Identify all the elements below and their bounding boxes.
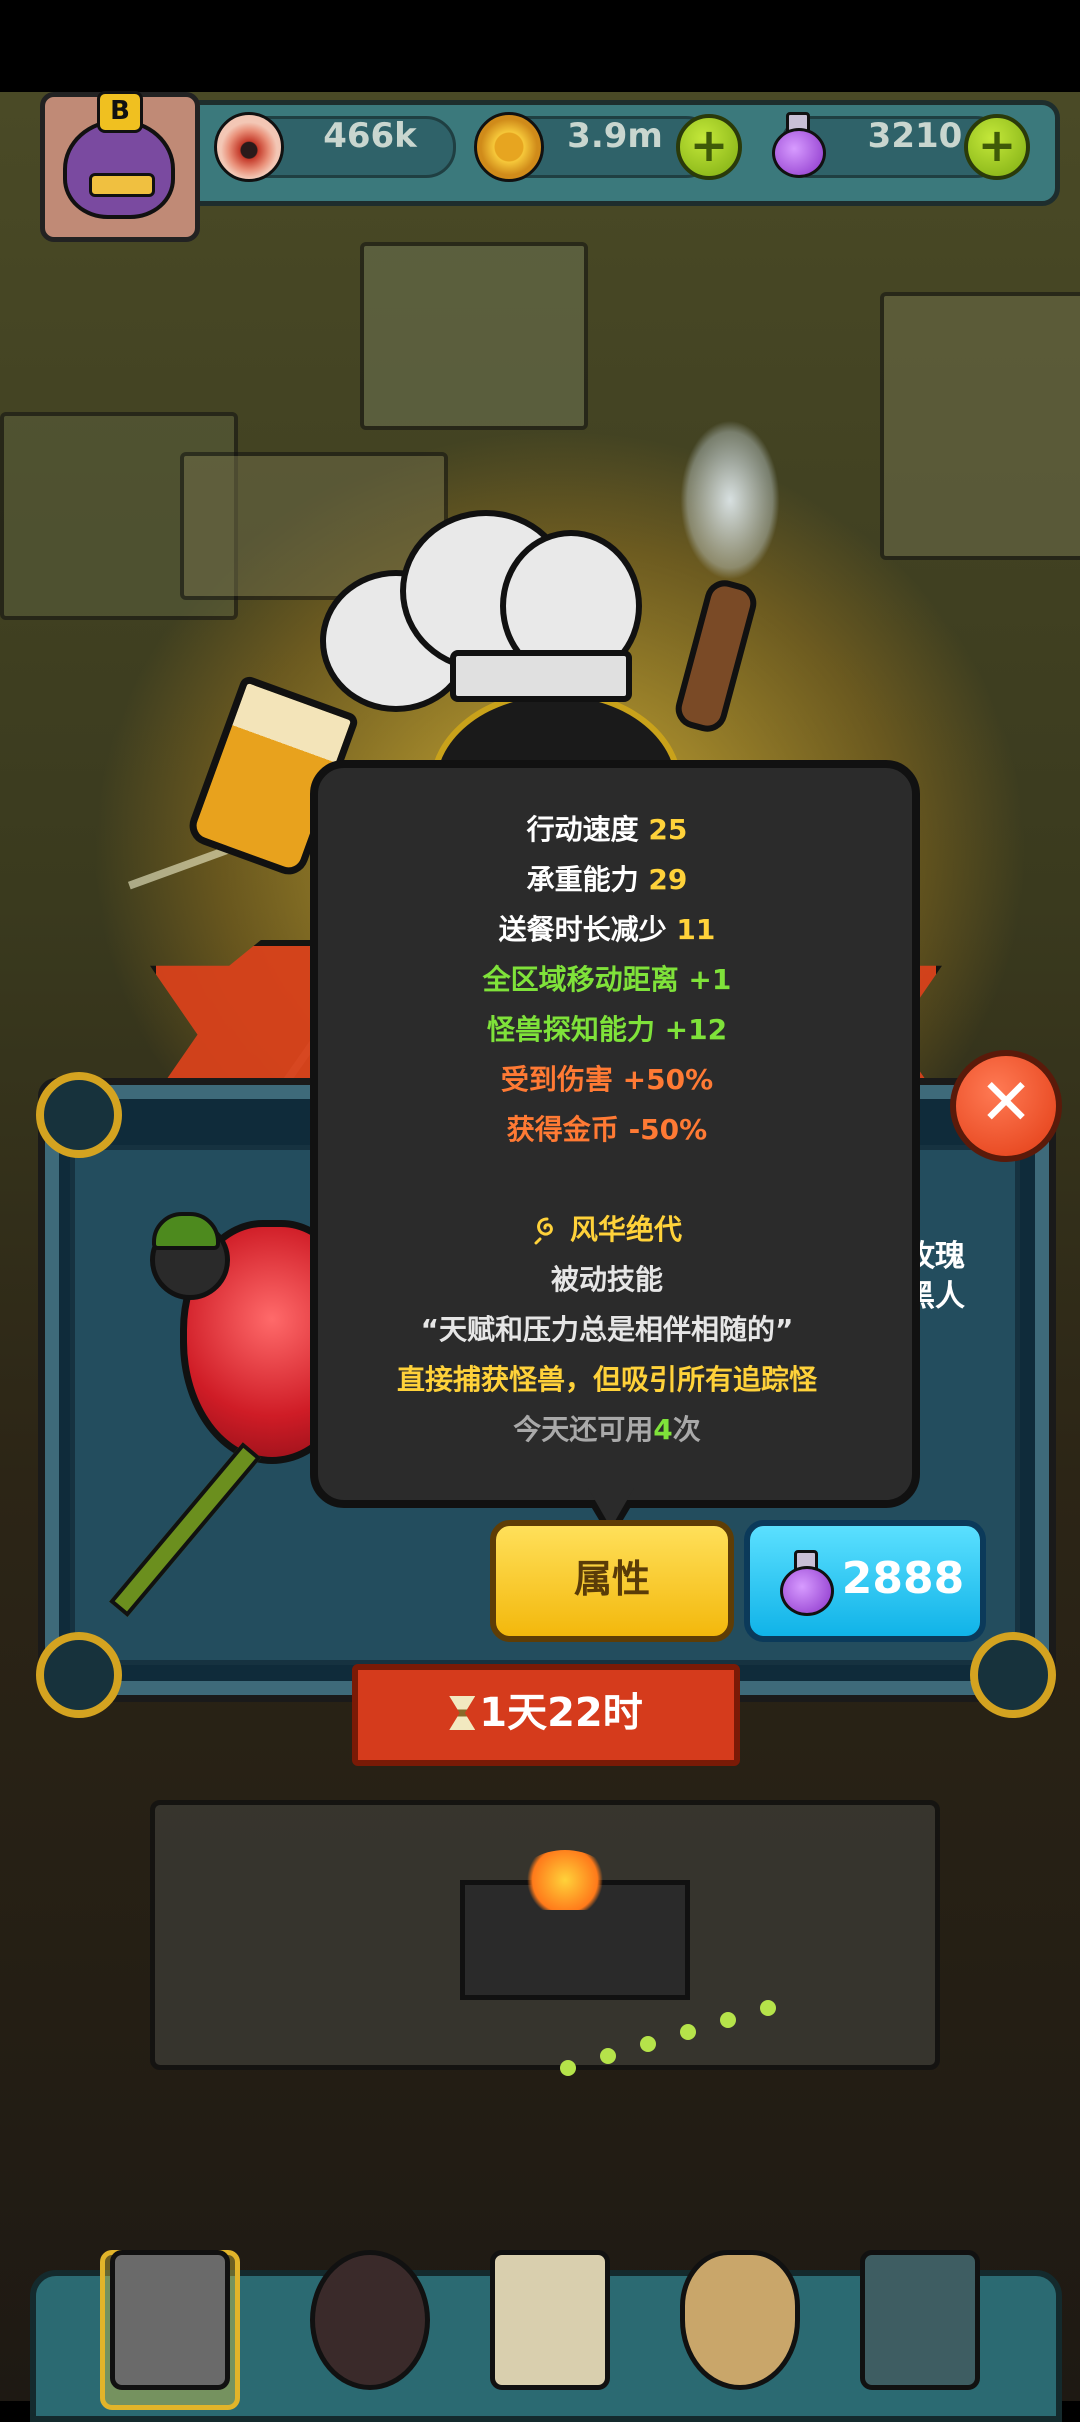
skill-name: 风华绝代	[569, 1213, 682, 1246]
buy-button[interactable]: 2888	[744, 1520, 986, 1642]
stat-value: 29	[648, 863, 688, 896]
penalty-label: 受到伤害	[500, 1063, 613, 1096]
penalty-label: 获得金币	[506, 1113, 619, 1146]
add-coins-button[interactable]: +	[676, 114, 742, 180]
restaurant-icon	[110, 2250, 230, 2390]
monster-icon	[310, 2250, 430, 2390]
light-dot	[680, 2024, 696, 2040]
light-dot	[560, 2060, 576, 2076]
stat-label: 送餐时长减少	[498, 913, 667, 946]
nav-recipe-book[interactable]	[480, 2250, 610, 2400]
potion-icon	[768, 110, 826, 178]
panel-corner-ornament	[36, 1072, 122, 1158]
potion-counter: 3210 +	[760, 108, 1050, 180]
light-dot	[640, 2036, 656, 2052]
uses-prefix: 今天还可用	[513, 1413, 654, 1446]
penalty-value: -50%	[628, 1113, 708, 1146]
character-name-line2: 黑人	[905, 1279, 965, 1314]
time-remaining-banner: 1天22时	[352, 1664, 740, 1766]
eyeball-icon	[214, 112, 284, 182]
skill-type: 被动技能	[550, 1263, 663, 1296]
close-button[interactable]: ✕	[950, 1050, 1062, 1162]
uses-suffix: 次	[672, 1413, 701, 1446]
eyeball-counter: 466k	[210, 108, 456, 182]
stat-value: 25	[648, 813, 688, 846]
panel-corner-ornament	[970, 1632, 1056, 1718]
time-remaining: 1天22时	[479, 1690, 643, 1736]
stat-label: 行动速度	[526, 813, 639, 846]
resource-hud: B 466k 3.9m + 3210 +	[0, 91, 1080, 242]
grid-menu-icon	[860, 2250, 980, 2390]
add-potions-button[interactable]: +	[964, 114, 1030, 180]
stat-row-delivery-time: 送餐时长减少 11	[310, 910, 904, 950]
bonus-row-monster-detection: 怪兽探知能力 +12	[310, 1010, 904, 1050]
coin-icon	[474, 112, 544, 182]
swirl-icon	[534, 1217, 553, 1245]
potion-icon	[776, 1548, 834, 1616]
stat-row-speed: 行动速度 25	[310, 810, 904, 850]
attributes-button[interactable]: 属性	[490, 1520, 734, 1642]
bonus-value: +12	[664, 1013, 728, 1046]
panel-corner-ornament	[36, 1632, 122, 1718]
stove-flame	[520, 1850, 610, 1910]
bonus-row-move-range: 全区域移动距离 +1	[310, 960, 904, 1000]
nav-monsters[interactable]	[300, 2250, 430, 2400]
eyeball-count: 466k	[323, 116, 417, 156]
background-building	[360, 242, 588, 430]
stat-row-capacity: 承重能力 29	[310, 860, 904, 900]
coin-count: 3.9m	[567, 116, 663, 156]
nav-shop[interactable]	[670, 2250, 800, 2400]
status-bar	[0, 0, 1080, 92]
penalty-row-damage: 受到伤害 +50%	[310, 1060, 904, 1100]
player-avatar[interactable]: B	[40, 91, 200, 242]
nav-restaurant[interactable]	[100, 2250, 230, 2400]
skill-quote: “天赋和压力总是相伴相随的”	[420, 1313, 794, 1346]
stat-value: 11	[676, 913, 716, 946]
avatar-monster-face	[63, 119, 175, 219]
penalty-row-gold: 获得金币 -50%	[310, 1110, 904, 1150]
book-icon	[490, 2250, 610, 2390]
avatar-teeth	[89, 173, 155, 197]
character-name-line1: 玫瑰	[905, 1239, 965, 1274]
nav-more[interactable]	[850, 2250, 980, 2400]
stat-label: 承重能力	[526, 863, 639, 896]
uses-count: 4	[653, 1413, 673, 1446]
skill-effect: 直接捕获怪兽，但吸引所有追踪怪	[396, 1363, 817, 1396]
background-building	[880, 292, 1080, 560]
buy-price: 2888	[841, 1553, 965, 1604]
light-dot	[760, 2000, 776, 2016]
hourglass-icon	[449, 1696, 476, 1730]
avatar-rank-badge: B	[97, 91, 143, 133]
light-dot	[600, 2048, 616, 2064]
money-bag-icon	[680, 2250, 800, 2390]
penalty-value: +50%	[622, 1063, 714, 1096]
coin-counter: 3.9m +	[470, 108, 750, 182]
bonus-label: 怪兽探知能力	[486, 1013, 655, 1046]
light-dot	[720, 2012, 736, 2028]
bonus-label: 全区域移动距离	[482, 963, 679, 996]
skill-name-row: 风华绝代	[310, 1210, 904, 1250]
bonus-value: +1	[688, 963, 732, 996]
skill-uses-row: 今天还可用4次	[310, 1410, 904, 1450]
